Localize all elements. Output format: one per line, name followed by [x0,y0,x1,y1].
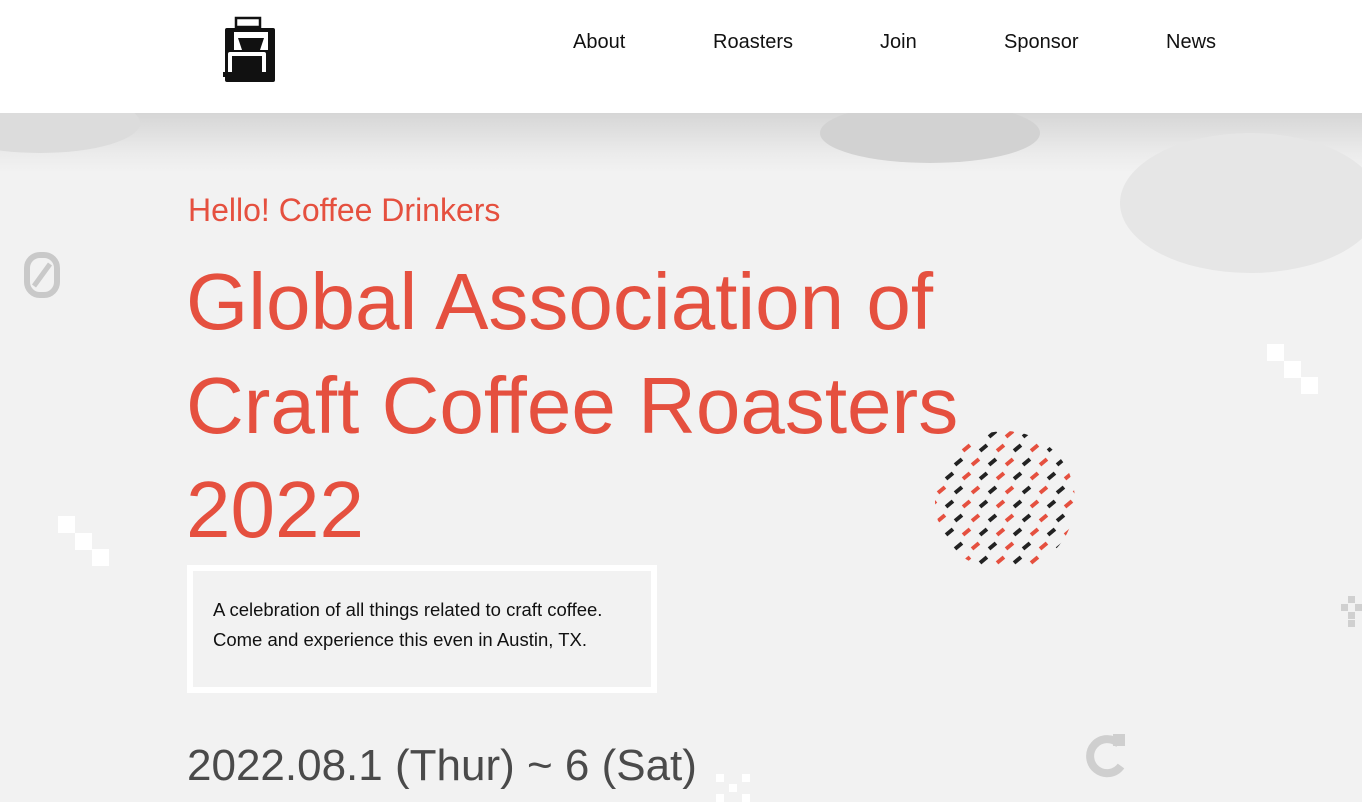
nav-news[interactable]: News [1166,30,1216,54]
hero-title: Global Association of Craft Coffee Roast… [186,250,1086,562]
nav-sponsor[interactable]: Sponsor [1004,30,1079,54]
description-box: A celebration of all things related to c… [187,565,657,693]
hero-title-line: Craft Coffee Roasters [186,361,959,450]
site-header: About Roasters Join Sponsor News [0,0,1362,113]
description-line: Come and experience this even in Austin,… [213,629,587,650]
event-date: 2022.08.1 (Thur) ~ 6 (Sat) [187,741,697,790]
description-line: A celebration of all things related to c… [213,599,603,620]
refresh-glyph-icon [1086,734,1125,778]
hero-title-line: 2022 [186,465,364,554]
hero-greeting: Hello! Coffee Drinkers [188,192,501,228]
background-shape [1120,133,1362,273]
nav-join[interactable]: Join [880,30,917,54]
nav-roasters[interactable]: Roasters [713,30,793,54]
zero-glyph-icon [24,252,60,298]
nav-about[interactable]: About [573,30,625,54]
hero-title-line: Global Association of [186,257,934,346]
main-nav: About Roasters Join Sponsor News [0,30,1362,54]
pixel-cross-icon [716,774,750,802]
pixel-stairs-icon [1267,344,1318,394]
pixel-diamond-icon [1341,596,1362,627]
event-description: A celebration of all things related to c… [213,595,602,655]
pixel-stairs-icon [58,516,109,566]
